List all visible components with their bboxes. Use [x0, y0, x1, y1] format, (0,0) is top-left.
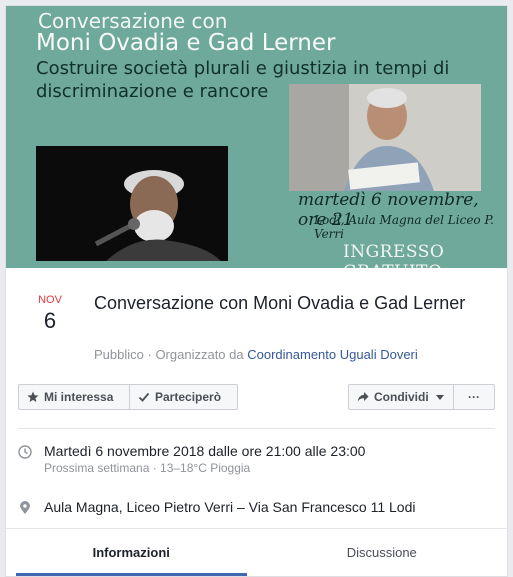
event-meta: Pubblico · Organizzato da Coordinamento …: [94, 347, 418, 362]
cover-line-3: Costruire società plurali e giustizia in…: [36, 58, 450, 79]
event-title: Conversazione con Moni Ovadia e Gad Lern…: [94, 293, 466, 313]
cover-line-4: discriminazione e rancore: [36, 81, 269, 102]
interested-button[interactable]: Mi interessa: [18, 384, 130, 410]
share-arrow-icon: [357, 392, 369, 402]
interested-label: Mi interessa: [44, 390, 114, 404]
tab-discussione[interactable]: Discussione: [257, 529, 508, 576]
going-button[interactable]: Parteciperò: [129, 384, 238, 410]
going-label: Parteciperò: [155, 390, 222, 404]
event-time-row: Martedì 6 novembre 2018 dalle ore 21:00 …: [18, 443, 365, 475]
check-icon: [138, 392, 150, 402]
share-button[interactable]: Condividi: [348, 384, 454, 410]
event-location[interactable]: Aula Magna, Liceo Pietro Verri – Via San…: [44, 499, 415, 515]
event-card: Conversazione con Moni Ovadia e Gad Lern…: [5, 5, 508, 577]
location-pin-icon: [20, 501, 30, 514]
divider: [18, 428, 495, 429]
event-tabs: Informazioni Discussione: [6, 528, 507, 576]
photo-man-microphone: [36, 146, 228, 261]
cover-line-2: Moni Ovadia e Gad Lerner: [36, 30, 336, 56]
event-time[interactable]: Martedì 6 novembre 2018 dalle ore 21:00 …: [44, 443, 365, 459]
event-date-box: NOV 6: [30, 294, 70, 334]
event-day: 6: [43, 308, 57, 333]
cover-place: Lodi, Aula Magna del Liceo P. Verri: [314, 213, 494, 241]
organized-by-label: · Organizzato da: [147, 347, 244, 362]
star-icon: [27, 391, 39, 402]
photo-man-reading: [289, 84, 481, 191]
event-location-row: Aula Magna, Liceo Pietro Verri – Via San…: [18, 499, 415, 515]
more-options-button[interactable]: ···: [453, 384, 495, 410]
tab-informazioni[interactable]: Informazioni: [6, 529, 257, 576]
event-month: NOV: [38, 294, 62, 306]
clock-icon: [18, 445, 32, 459]
organizer-link[interactable]: Coordinamento Uguali Doveri: [247, 347, 418, 362]
event-cover-image[interactable]: Conversazione con Moni Ovadia e Gad Lern…: [6, 6, 507, 268]
chevron-down-icon: [435, 394, 444, 400]
cover-free-entry: INGRESSO GRATUITO: [343, 242, 445, 268]
share-label: Condividi: [374, 390, 429, 404]
privacy-label: Pubblico: [94, 347, 144, 362]
more-icon: ···: [468, 390, 480, 404]
event-time-sub: Prossima settimana · 13–18°C Pioggia: [44, 461, 251, 475]
